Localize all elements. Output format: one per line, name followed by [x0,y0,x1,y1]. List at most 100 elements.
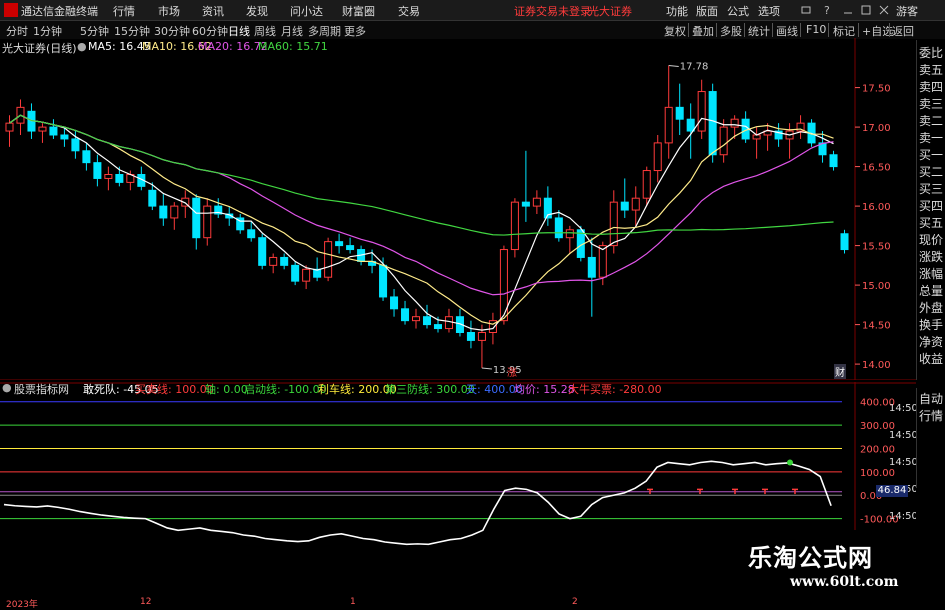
indicator-time-label: 14:50 [889,511,916,522]
price-tick-label: 16.50 [862,163,891,174]
toolbar-divider [772,23,773,37]
low-pointer [481,367,492,370]
toolbar-divider [828,23,829,37]
side-item[interactable]: 换手 [919,316,943,333]
high-label: 17.78 [680,61,709,72]
period-15min[interactable]: 15分钟 [114,23,150,39]
side-item[interactable]: 买一 [919,146,943,163]
tool-fanhui[interactable]: 返回 [892,23,914,39]
indicator-time-label: 14:50 [889,457,916,468]
tool-duogu[interactable]: 多股 [720,23,742,39]
side-item[interactable]: 外盘 [919,299,943,316]
indicator-name[interactable]: 股票指标网 [14,381,69,397]
menu-shichang[interactable]: 市场 [158,3,180,19]
candle-body [422,316,432,326]
menu-jiaoyi[interactable]: 交易 [398,3,420,19]
menu-hangqing[interactable]: 行情 [113,3,135,19]
period-more[interactable]: 更多 [344,23,366,39]
app-logo-icon [4,3,18,17]
tool-fuquan[interactable]: 复权 [664,23,686,39]
menu-banmian[interactable]: 版面 [696,3,718,19]
candle-body [466,332,475,341]
candle-body [829,154,838,168]
candle-body [840,233,849,251]
candle-body [302,268,311,282]
watermark-title: 乐淘公式网 [748,544,873,572]
tool-tongji[interactable]: 统计 [748,23,770,39]
candle-body [104,174,113,179]
side-item[interactable]: 卖三 [919,95,943,112]
candle-body [269,256,278,266]
candle-body [38,126,47,132]
side-item[interactable]: 涨跌 [919,248,943,265]
period-multi[interactable]: 多周期 [308,23,341,39]
time-label-12: 12 [140,597,152,607]
side-item[interactable]: 总量 [919,282,943,299]
indicator-time-label: 14:50 [889,403,916,414]
period-60min[interactable]: 60分钟 [192,23,228,39]
side-item[interactable]: 委比 [919,44,943,61]
period-30min[interactable]: 30分钟 [154,23,190,39]
side-item[interactable]: 卖二 [919,112,943,129]
indicator-side-item[interactable]: 行情 [919,407,943,424]
candle-body [510,201,519,251]
side-item[interactable]: 涨幅 [919,265,943,282]
app-title: 通达信金融终端 [21,5,98,18]
login-notice[interactable]: 证券交易未登录 [514,3,591,19]
candle-body [115,174,124,183]
period-daily[interactable]: 日线 [228,23,250,39]
indicator-side-item[interactable]: 自动 [919,390,943,407]
side-item[interactable]: 现价 [919,231,943,248]
side-item[interactable]: 买四 [919,197,943,214]
side-item[interactable]: 买二 [919,163,943,180]
side-item[interactable]: 买五 [919,214,943,231]
maximize-icon[interactable] [861,5,871,15]
close-icon[interactable] [879,5,889,15]
candle-body [291,264,300,282]
candle-body [324,241,333,278]
tool-biaoji[interactable]: 标记 [833,23,855,39]
settings-dot-icon[interactable]: ● [77,40,87,53]
candlestick-chart[interactable]: 17.7813.95 17.50 17.00 16.50 16.00 15.50 15.0… [0,38,916,380]
price-tick-label: 14.50 [862,321,891,332]
candle-body [664,106,673,144]
side-item[interactable]: 卖一 [919,129,943,146]
candle-body [730,118,739,128]
candle-body [247,229,256,239]
menu-wenxiaoda[interactable]: 问小达 [290,3,323,19]
menu-zixun[interactable]: 资讯 [202,3,224,19]
menu-faxian[interactable]: 发现 [246,3,268,19]
period-1min[interactable]: 1分钟 [33,23,62,39]
side-item[interactable]: 卖四 [919,78,943,95]
candle-body [5,122,14,132]
side-item[interactable]: 买三 [919,180,943,197]
period-weekly[interactable]: 周线 [254,23,276,39]
tool-diejia[interactable]: 叠加 [692,23,714,39]
menu-gongneng[interactable]: 功能 [666,3,688,19]
restore-icon[interactable] [801,6,811,14]
guest-login[interactable]: 游客 [896,3,918,19]
candles: 17.7813.95 [5,61,849,376]
period-monthly[interactable]: 月线 [281,23,303,39]
period-5min[interactable]: 5分钟 [80,23,109,39]
side-item[interactable]: 净资 [919,333,943,350]
candle-body [686,118,695,132]
tool-huaxian[interactable]: 画线 [776,23,798,39]
help-icon[interactable]: ? [824,4,830,16]
menu-xuanxiang[interactable]: 选项 [758,3,780,19]
candle-body [390,296,399,310]
quote-side-panel: 委比 卖五 卖四 卖三 卖二 卖一 买一 买二 买三 买四 买五 现价 涨跌 涨幅 总量 外盘 换手 净资 收益 [916,40,945,380]
side-item[interactable]: 收益 [919,350,943,367]
candle-body [203,205,212,239]
legend-daniu: 大牛买票: -280.00 [568,383,662,396]
menu-gongshi[interactable]: 公式 [727,3,749,19]
candle-body [609,201,618,247]
indicator-settings-icon[interactable]: ● [2,381,12,394]
price-tick-label: 16.00 [862,202,891,213]
side-item[interactable]: 卖五 [919,61,943,78]
candle-body [192,197,201,239]
menu-caifuquan[interactable]: 财富圈 [342,3,375,19]
period-fenshi[interactable]: 分时 [6,23,28,39]
cai-marker[interactable]: 财 [834,364,846,379]
tool-f10[interactable]: F10 [806,23,826,36]
